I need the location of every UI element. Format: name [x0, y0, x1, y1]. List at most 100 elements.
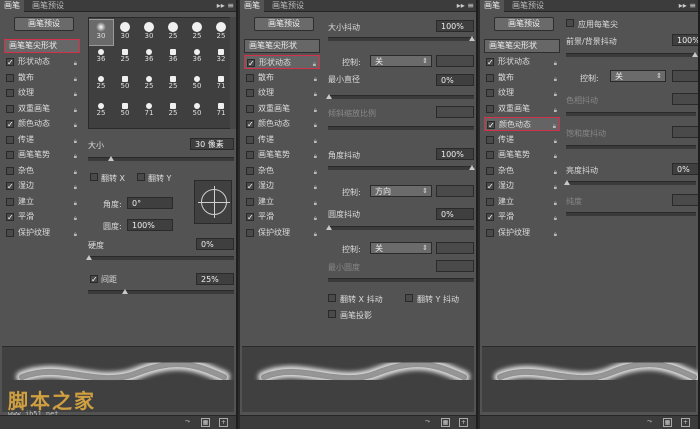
lock-icon[interactable]: 🔒︎	[314, 119, 317, 133]
option-checkbox[interactable]	[486, 135, 494, 144]
option-item[interactable]: 散布 🔒︎	[484, 71, 560, 85]
tab-brush-presets[interactable]: 画笔预设	[268, 0, 308, 12]
tab-brush[interactable]: 画笔	[480, 0, 504, 12]
min-diameter-thumb[interactable]	[326, 94, 332, 99]
lock-icon[interactable]: 🔒︎	[74, 181, 77, 195]
tab-brush[interactable]: 画笔	[240, 0, 264, 12]
lock-icon[interactable]: 🔒︎	[554, 181, 557, 195]
option-item[interactable]: ✓ 平滑 🔒︎	[244, 210, 320, 224]
brush-tip-cell[interactable]: 50	[185, 101, 209, 126]
option-checkbox[interactable]	[486, 89, 494, 97]
lock-icon[interactable]: 🔒︎	[554, 104, 557, 118]
brush-tip-cell[interactable]: 50	[185, 74, 209, 99]
option-item[interactable]: 保护纹理 🔒︎	[484, 226, 560, 240]
size-jitter-thumb[interactable]	[469, 36, 475, 41]
option-item[interactable]: 传递 🔒︎	[4, 133, 80, 147]
lock-icon[interactable]: 🔒︎	[314, 166, 317, 180]
lock-icon[interactable]: 🔒︎	[554, 166, 557, 180]
option-checkbox[interactable]	[6, 89, 14, 97]
saturation-jitter-track[interactable]	[566, 145, 696, 149]
tab-brush-presets[interactable]: 画笔预设	[508, 0, 548, 12]
spacing-slider-track[interactable]	[88, 290, 234, 294]
lock-icon[interactable]: 🔒︎	[314, 88, 317, 102]
option-item[interactable]: 纹理 🔒︎	[4, 86, 80, 100]
lock-icon[interactable]: 🔒︎	[314, 150, 317, 164]
brush-tip-cell[interactable]: 71	[137, 101, 161, 126]
brush-tip-cell[interactable]: 25	[113, 47, 137, 72]
tilt-scale-field[interactable]	[436, 106, 474, 118]
brush-presets-button[interactable]: 画笔预设	[14, 17, 74, 31]
brush-tip-cell[interactable]: 25	[89, 74, 113, 99]
brush-tip-cell[interactable]: 32	[209, 47, 231, 72]
brush-tip-cell[interactable]: 25	[209, 20, 231, 45]
option-item[interactable]: ✓ 颜色动态 🔒︎	[484, 117, 560, 131]
option-checkbox[interactable]	[486, 228, 494, 237]
visibility-toggle-icon[interactable]: ⤳	[423, 418, 432, 427]
option-item[interactable]: ✓ 形状动态 🔒︎	[484, 55, 560, 69]
new-brush-icon[interactable]: +	[681, 418, 690, 427]
option-checkbox[interactable]: ✓	[247, 59, 255, 68]
option-item[interactable]: 散布 🔒︎	[244, 71, 320, 85]
option-item[interactable]: ✓ 湿边 🔒︎	[484, 179, 560, 193]
size-jitter-track[interactable]	[328, 37, 474, 41]
roundness-jitter-thumb[interactable]	[326, 225, 332, 230]
option-item[interactable]: 传递 🔒︎	[484, 133, 560, 147]
option-item[interactable]: 建立 🔒︎	[244, 195, 320, 209]
min-diameter-track[interactable]	[328, 95, 474, 99]
option-item[interactable]: 画笔笔势 🔒︎	[484, 148, 560, 162]
option-checkbox[interactable]	[486, 197, 494, 206]
fg-bg-jitter-field[interactable]: 100%	[672, 34, 698, 46]
option-checkbox[interactable]	[486, 73, 494, 82]
option-item[interactable]: 画笔笔势 🔒︎	[244, 148, 320, 162]
visibility-toggle-icon[interactable]: ⤳	[645, 418, 654, 427]
option-item[interactable]: 保护纹理 🔒︎	[4, 226, 80, 240]
brush-tip-cell[interactable]: 25	[161, 101, 185, 126]
purity-track[interactable]	[566, 212, 696, 216]
flip-x-checkbox[interactable]	[90, 173, 98, 181]
grid-view-icon[interactable]: ▦	[441, 418, 450, 427]
option-checkbox[interactable]: ✓	[246, 213, 254, 222]
angle-jitter-field[interactable]: 100%	[436, 148, 474, 160]
option-checkbox[interactable]: ✓	[486, 58, 494, 67]
lock-icon[interactable]: 🔒︎	[554, 197, 557, 211]
lock-icon[interactable]: 🔒︎	[554, 212, 557, 226]
fg-bg-jitter-track[interactable]	[566, 53, 696, 57]
brush-tip-shape-item[interactable]: 画笔笔尖形状	[4, 39, 80, 53]
option-item[interactable]: 纹理 🔒︎	[484, 86, 560, 100]
brush-tip-cell[interactable]: 50	[113, 74, 137, 99]
option-checkbox[interactable]	[486, 151, 494, 159]
grid-view-icon[interactable]: ▦	[201, 418, 210, 427]
size-field[interactable]: 30 像素	[190, 138, 234, 150]
option-checkbox[interactable]	[246, 135, 254, 144]
brightness-jitter-track[interactable]	[566, 181, 696, 185]
apply-per-tip-checkbox[interactable]	[566, 19, 574, 27]
control-fade-field-3[interactable]	[436, 242, 474, 254]
hardness-slider-track[interactable]	[88, 256, 234, 260]
brush-grid-scrollbar[interactable]	[230, 17, 236, 129]
option-checkbox[interactable]	[6, 151, 14, 159]
brush-presets-button[interactable]: 画笔预设	[254, 17, 314, 31]
lock-icon[interactable]: 🔒︎	[74, 104, 77, 118]
option-checkbox[interactable]	[6, 73, 14, 82]
flip-x-jitter-checkbox[interactable]	[328, 294, 336, 302]
lock-icon[interactable]: 🔒︎	[554, 135, 557, 149]
flip-y-jitter-checkbox[interactable]	[405, 294, 413, 302]
lock-icon[interactable]: 🔒︎	[314, 135, 317, 149]
option-item[interactable]: 双重画笔 🔒︎	[4, 102, 80, 116]
lock-icon[interactable]: 🔒︎	[74, 73, 77, 87]
lock-icon[interactable]: 🔒︎	[74, 212, 77, 226]
option-checkbox[interactable]: ✓	[246, 182, 254, 191]
brush-tip-cell[interactable]: 25	[161, 20, 185, 45]
option-item[interactable]: ✓ 颜色动态 🔒︎	[244, 117, 320, 131]
option-item[interactable]: 建立 🔒︎	[4, 195, 80, 209]
roundness-jitter-field[interactable]: 0%	[436, 208, 474, 220]
option-checkbox[interactable]: ✓	[486, 213, 494, 222]
new-brush-icon[interactable]: +	[459, 418, 468, 427]
panel-menu-icon[interactable]: ▸▸ ≡	[457, 0, 474, 12]
lock-icon[interactable]: 🔒︎	[74, 150, 77, 164]
option-checkbox[interactable]	[246, 89, 254, 97]
lock-icon[interactable]: 🔒︎	[314, 104, 317, 118]
option-checkbox[interactable]	[6, 135, 14, 144]
size-slider-thumb[interactable]	[108, 156, 114, 161]
option-item[interactable]: 建立 🔒︎	[484, 195, 560, 209]
